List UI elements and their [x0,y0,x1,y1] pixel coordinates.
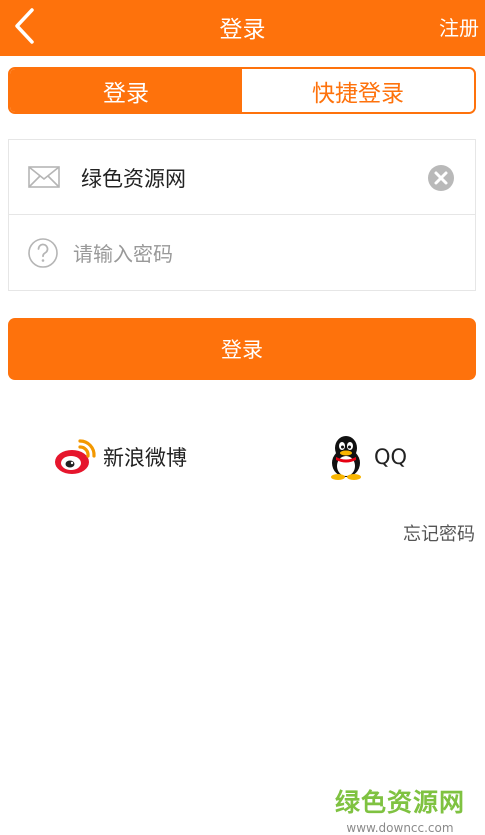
password-input[interactable] [73,234,433,274]
tab-quick-login[interactable]: 快捷登录 [242,69,474,112]
account-field[interactable]: 绿色资源网 [81,163,186,193]
weibo-icon [53,434,99,480]
password-row [9,216,475,291]
clear-icon [428,165,454,191]
tab-login[interactable]: 登录 [10,69,242,112]
page-title: 登录 [219,17,266,43]
qq-icon [328,434,364,480]
qq-login-button[interactable]: QQ [328,434,407,480]
login-tabs: 登录 快捷登录 [8,67,476,114]
top-bar: 登录 注册 [0,0,485,56]
account-row: 绿色资源网 [9,140,475,215]
register-button[interactable]: 注册 [439,12,479,41]
envelope-icon [27,160,61,194]
watermark: 绿色资源网 www.downcc.com [335,783,465,835]
weibo-label: 新浪微博 [103,446,187,470]
question-circle-icon [27,236,61,270]
login-button[interactable]: 登录 [8,318,476,380]
watermark-url: www.downcc.com [346,821,454,835]
weibo-login-button[interactable]: 新浪微博 [53,434,187,480]
forgot-password-link[interactable]: 忘记密码 [403,520,475,546]
login-form: 绿色资源网 [8,139,476,291]
qq-label: QQ [374,445,408,469]
watermark-text: 绿色资源网 [334,788,465,817]
clear-input-button[interactable] [427,164,455,192]
